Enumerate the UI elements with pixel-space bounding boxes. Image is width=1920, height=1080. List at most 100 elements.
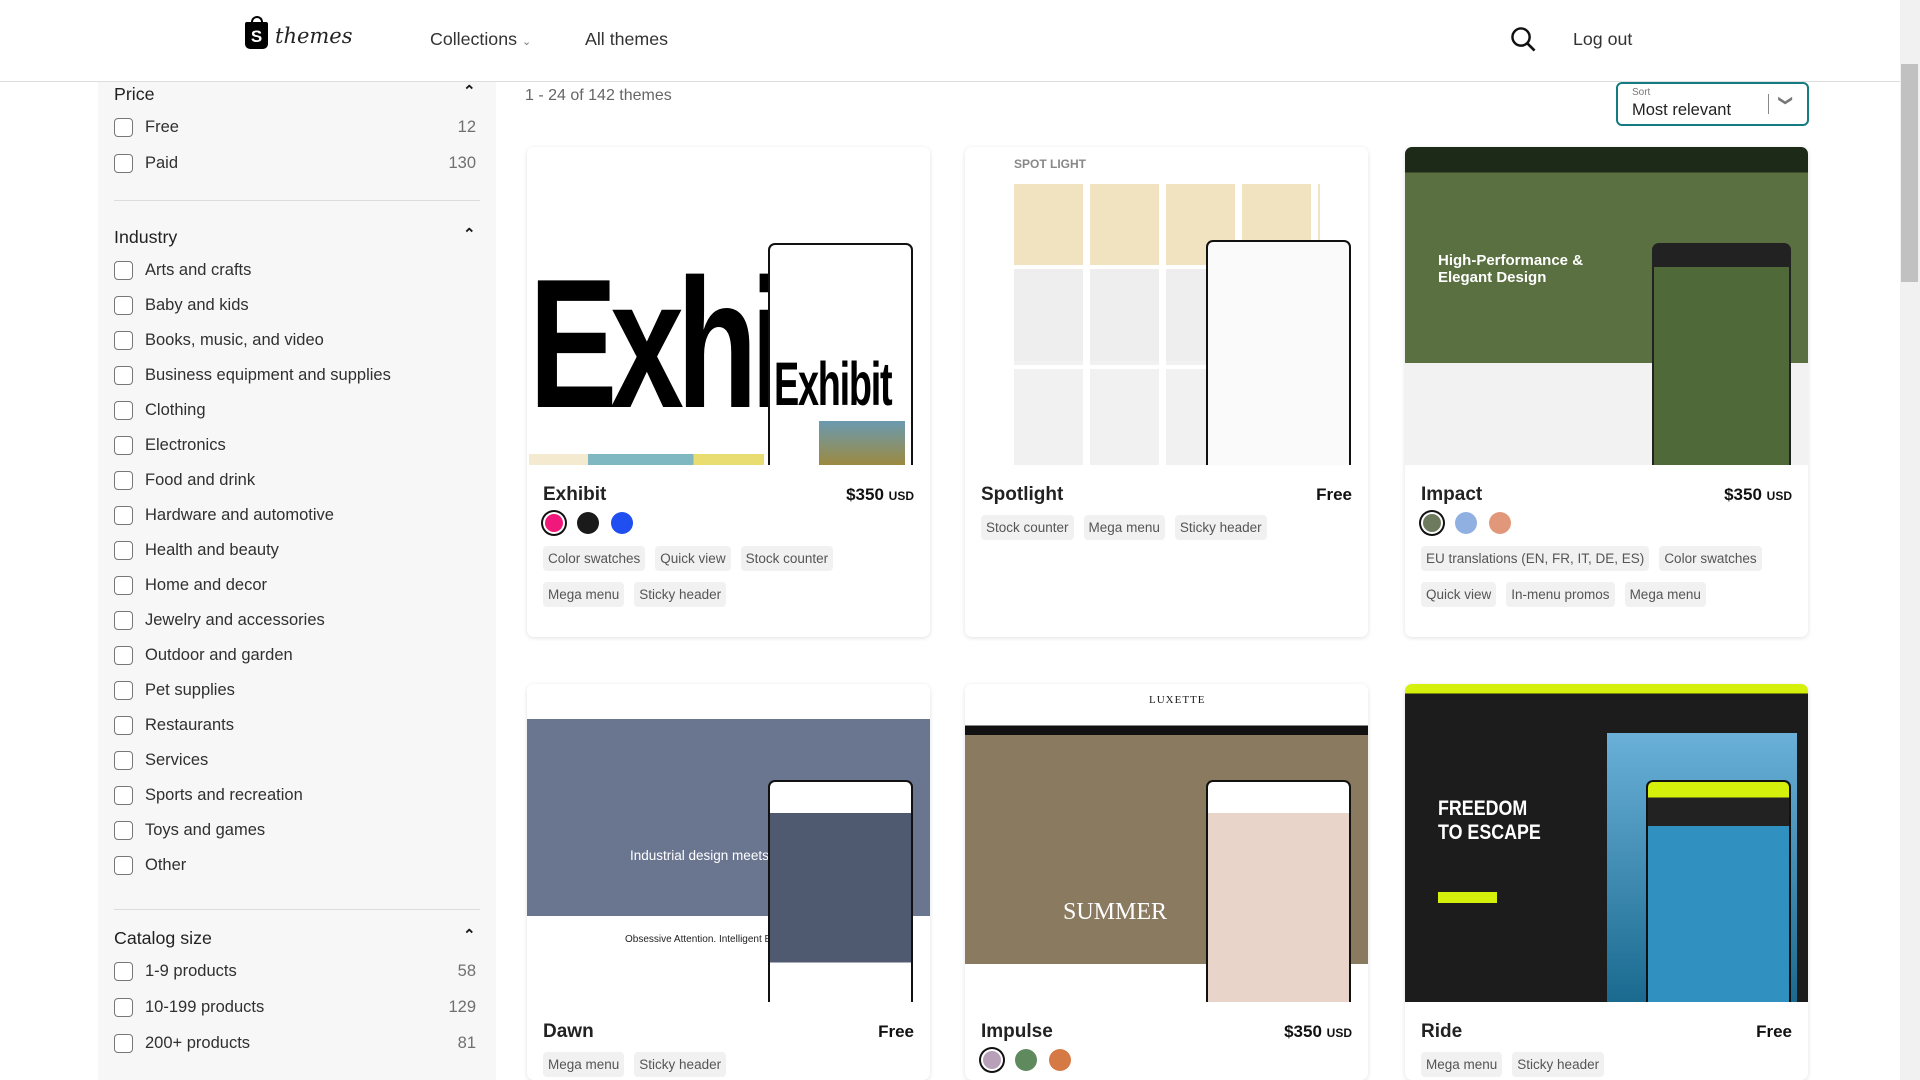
option-label: Jewelry and accessories: [145, 610, 325, 629]
filter-option[interactable]: Restaurants: [114, 713, 476, 737]
filter-option[interactable]: Business equipment and supplies: [114, 363, 476, 387]
filter-option[interactable]: Home and decor: [114, 573, 476, 597]
checkbox[interactable]: [114, 997, 133, 1017]
checkbox[interactable]: [114, 715, 133, 735]
checkbox[interactable]: [114, 785, 133, 805]
price-amount: $350: [1724, 485, 1762, 504]
feature-tag: Sticky header: [1512, 1052, 1605, 1077]
checkbox[interactable]: [114, 153, 133, 173]
nav-all-themes[interactable]: All themes: [585, 29, 668, 50]
price-amount: Free: [878, 1022, 914, 1041]
preview-headline: Exhi: [529, 240, 787, 446]
theme-card[interactable]: Exhi Exhibit Exhibit $350 USD Color swatches…: [527, 147, 930, 637]
theme-name[interactable]: Spotlight: [981, 484, 1063, 506]
checkbox[interactable]: [114, 330, 133, 350]
filter-option[interactable]: Outdoor and garden: [114, 643, 476, 667]
filter-option[interactable]: Toys and games: [114, 818, 476, 842]
checkbox[interactable]: [114, 295, 133, 315]
checkbox[interactable]: [114, 645, 133, 665]
feature-tag: Stock counter: [740, 546, 834, 571]
filter-section-title: Industry: [114, 227, 178, 247]
divider: [114, 909, 480, 910]
filter-option[interactable]: Other: [114, 853, 476, 877]
checkbox[interactable]: [114, 855, 133, 875]
checkbox[interactable]: [114, 680, 133, 700]
filter-sidebar: Price ⌃ Free 12 Paid 130 Industry ⌃ Arts and cra…: [98, 81, 496, 1080]
filter-option[interactable]: Jewelry and accessories: [114, 608, 476, 632]
color-swatches: [543, 512, 633, 534]
checkbox[interactable]: [114, 575, 133, 595]
theme-name[interactable]: Dawn: [543, 1021, 594, 1043]
chevron-up-icon[interactable]: ⌃: [463, 82, 476, 100]
checkbox[interactable]: [114, 961, 133, 981]
filter-option[interactable]: Services: [114, 748, 476, 772]
checkbox[interactable]: [114, 435, 133, 455]
filter-option[interactable]: Health and beauty: [114, 538, 476, 562]
filter-option[interactable]: 1-9 products 58: [114, 959, 476, 983]
color-swatch[interactable]: [577, 512, 599, 534]
checkbox[interactable]: [114, 505, 133, 525]
theme-card[interactable]: LUXETTE SUMMER Impulse $350 USD: [965, 684, 1368, 1080]
checkbox[interactable]: [114, 400, 133, 420]
filter-option[interactable]: Clothing: [114, 398, 476, 422]
color-swatch[interactable]: [611, 512, 633, 534]
price-currency: USD: [888, 489, 914, 503]
theme-name[interactable]: Impact: [1421, 484, 1482, 506]
logout-link[interactable]: Log out: [1573, 29, 1632, 50]
theme-card[interactable]: FREEDOM TO ESCAPE Ride Free Mega menu Sticky…: [1405, 684, 1808, 1080]
option-label: Sports and recreation: [145, 785, 303, 804]
scrollbar-thumb[interactable]: [1901, 64, 1918, 282]
chevron-up-icon[interactable]: ⌃: [463, 926, 476, 944]
option-label: Restaurants: [145, 715, 234, 734]
scrollbar[interactable]: [1900, 0, 1920, 1080]
filter-option[interactable]: Food and drink: [114, 468, 476, 492]
filter-option[interactable]: Sports and recreation: [114, 783, 476, 807]
filter-option[interactable]: Arts and crafts: [114, 258, 476, 282]
search-icon[interactable]: [1510, 26, 1537, 58]
filter-option[interactable]: Paid 130: [114, 151, 476, 175]
checkbox[interactable]: [114, 117, 133, 137]
filter-option[interactable]: 10-199 products 129: [114, 995, 476, 1019]
option-count: 12: [457, 117, 476, 136]
price-currency: USD: [1766, 489, 1792, 503]
checkbox[interactable]: [114, 820, 133, 840]
filter-option[interactable]: Pet supplies: [114, 678, 476, 702]
color-swatch[interactable]: [1423, 514, 1441, 532]
color-swatch[interactable]: [1455, 512, 1477, 534]
color-swatch[interactable]: [983, 1051, 1001, 1069]
price-amount: Free: [1316, 485, 1352, 504]
theme-card[interactable]: Industrial design meets fashion. Obsessiv…: [527, 684, 930, 1080]
checkbox[interactable]: [114, 365, 133, 385]
checkbox[interactable]: [114, 750, 133, 770]
theme-name[interactable]: Exhibit: [543, 484, 606, 506]
color-swatch[interactable]: [1489, 512, 1511, 534]
checkbox[interactable]: [114, 610, 133, 630]
checkbox[interactable]: [114, 540, 133, 560]
chevron-up-icon[interactable]: ⌃: [463, 225, 476, 243]
sort-select[interactable]: Sort Most relevant ❯: [1616, 82, 1809, 126]
theme-price: $350 USD: [1724, 485, 1792, 505]
theme-price: Free: [1756, 1022, 1792, 1042]
color-swatch[interactable]: [545, 514, 563, 532]
theme-name[interactable]: Ride: [1421, 1021, 1462, 1043]
theme-name[interactable]: Impulse: [981, 1021, 1053, 1043]
color-swatches: [981, 1049, 1071, 1071]
nav-collections[interactable]: Collections ⌄: [430, 29, 531, 50]
sort-label: Sort: [1632, 87, 1651, 98]
filter-option[interactable]: Books, music, and video: [114, 328, 476, 352]
filter-option[interactable]: Electronics: [114, 433, 476, 457]
filter-option[interactable]: 200+ products 81: [114, 1031, 476, 1055]
filter-option[interactable]: Hardware and automotive: [114, 503, 476, 527]
checkbox[interactable]: [114, 260, 133, 280]
checkbox[interactable]: [114, 470, 133, 490]
shopify-themes-logo[interactable]: S themes: [245, 16, 353, 49]
filter-option[interactable]: Baby and kids: [114, 293, 476, 317]
filter-section-title: Price: [114, 84, 155, 104]
color-swatch[interactable]: [1049, 1049, 1071, 1071]
color-swatch[interactable]: [1015, 1049, 1037, 1071]
theme-card[interactable]: SPOT LIGHT Spotlight Free Stock counter Mega…: [965, 147, 1368, 637]
filter-option[interactable]: Free 12: [114, 115, 476, 139]
chevron-down-icon: ❯: [1778, 94, 1795, 107]
checkbox[interactable]: [114, 1033, 133, 1053]
theme-card[interactable]: High-Performance & Elegant Design Impact $…: [1405, 147, 1808, 637]
